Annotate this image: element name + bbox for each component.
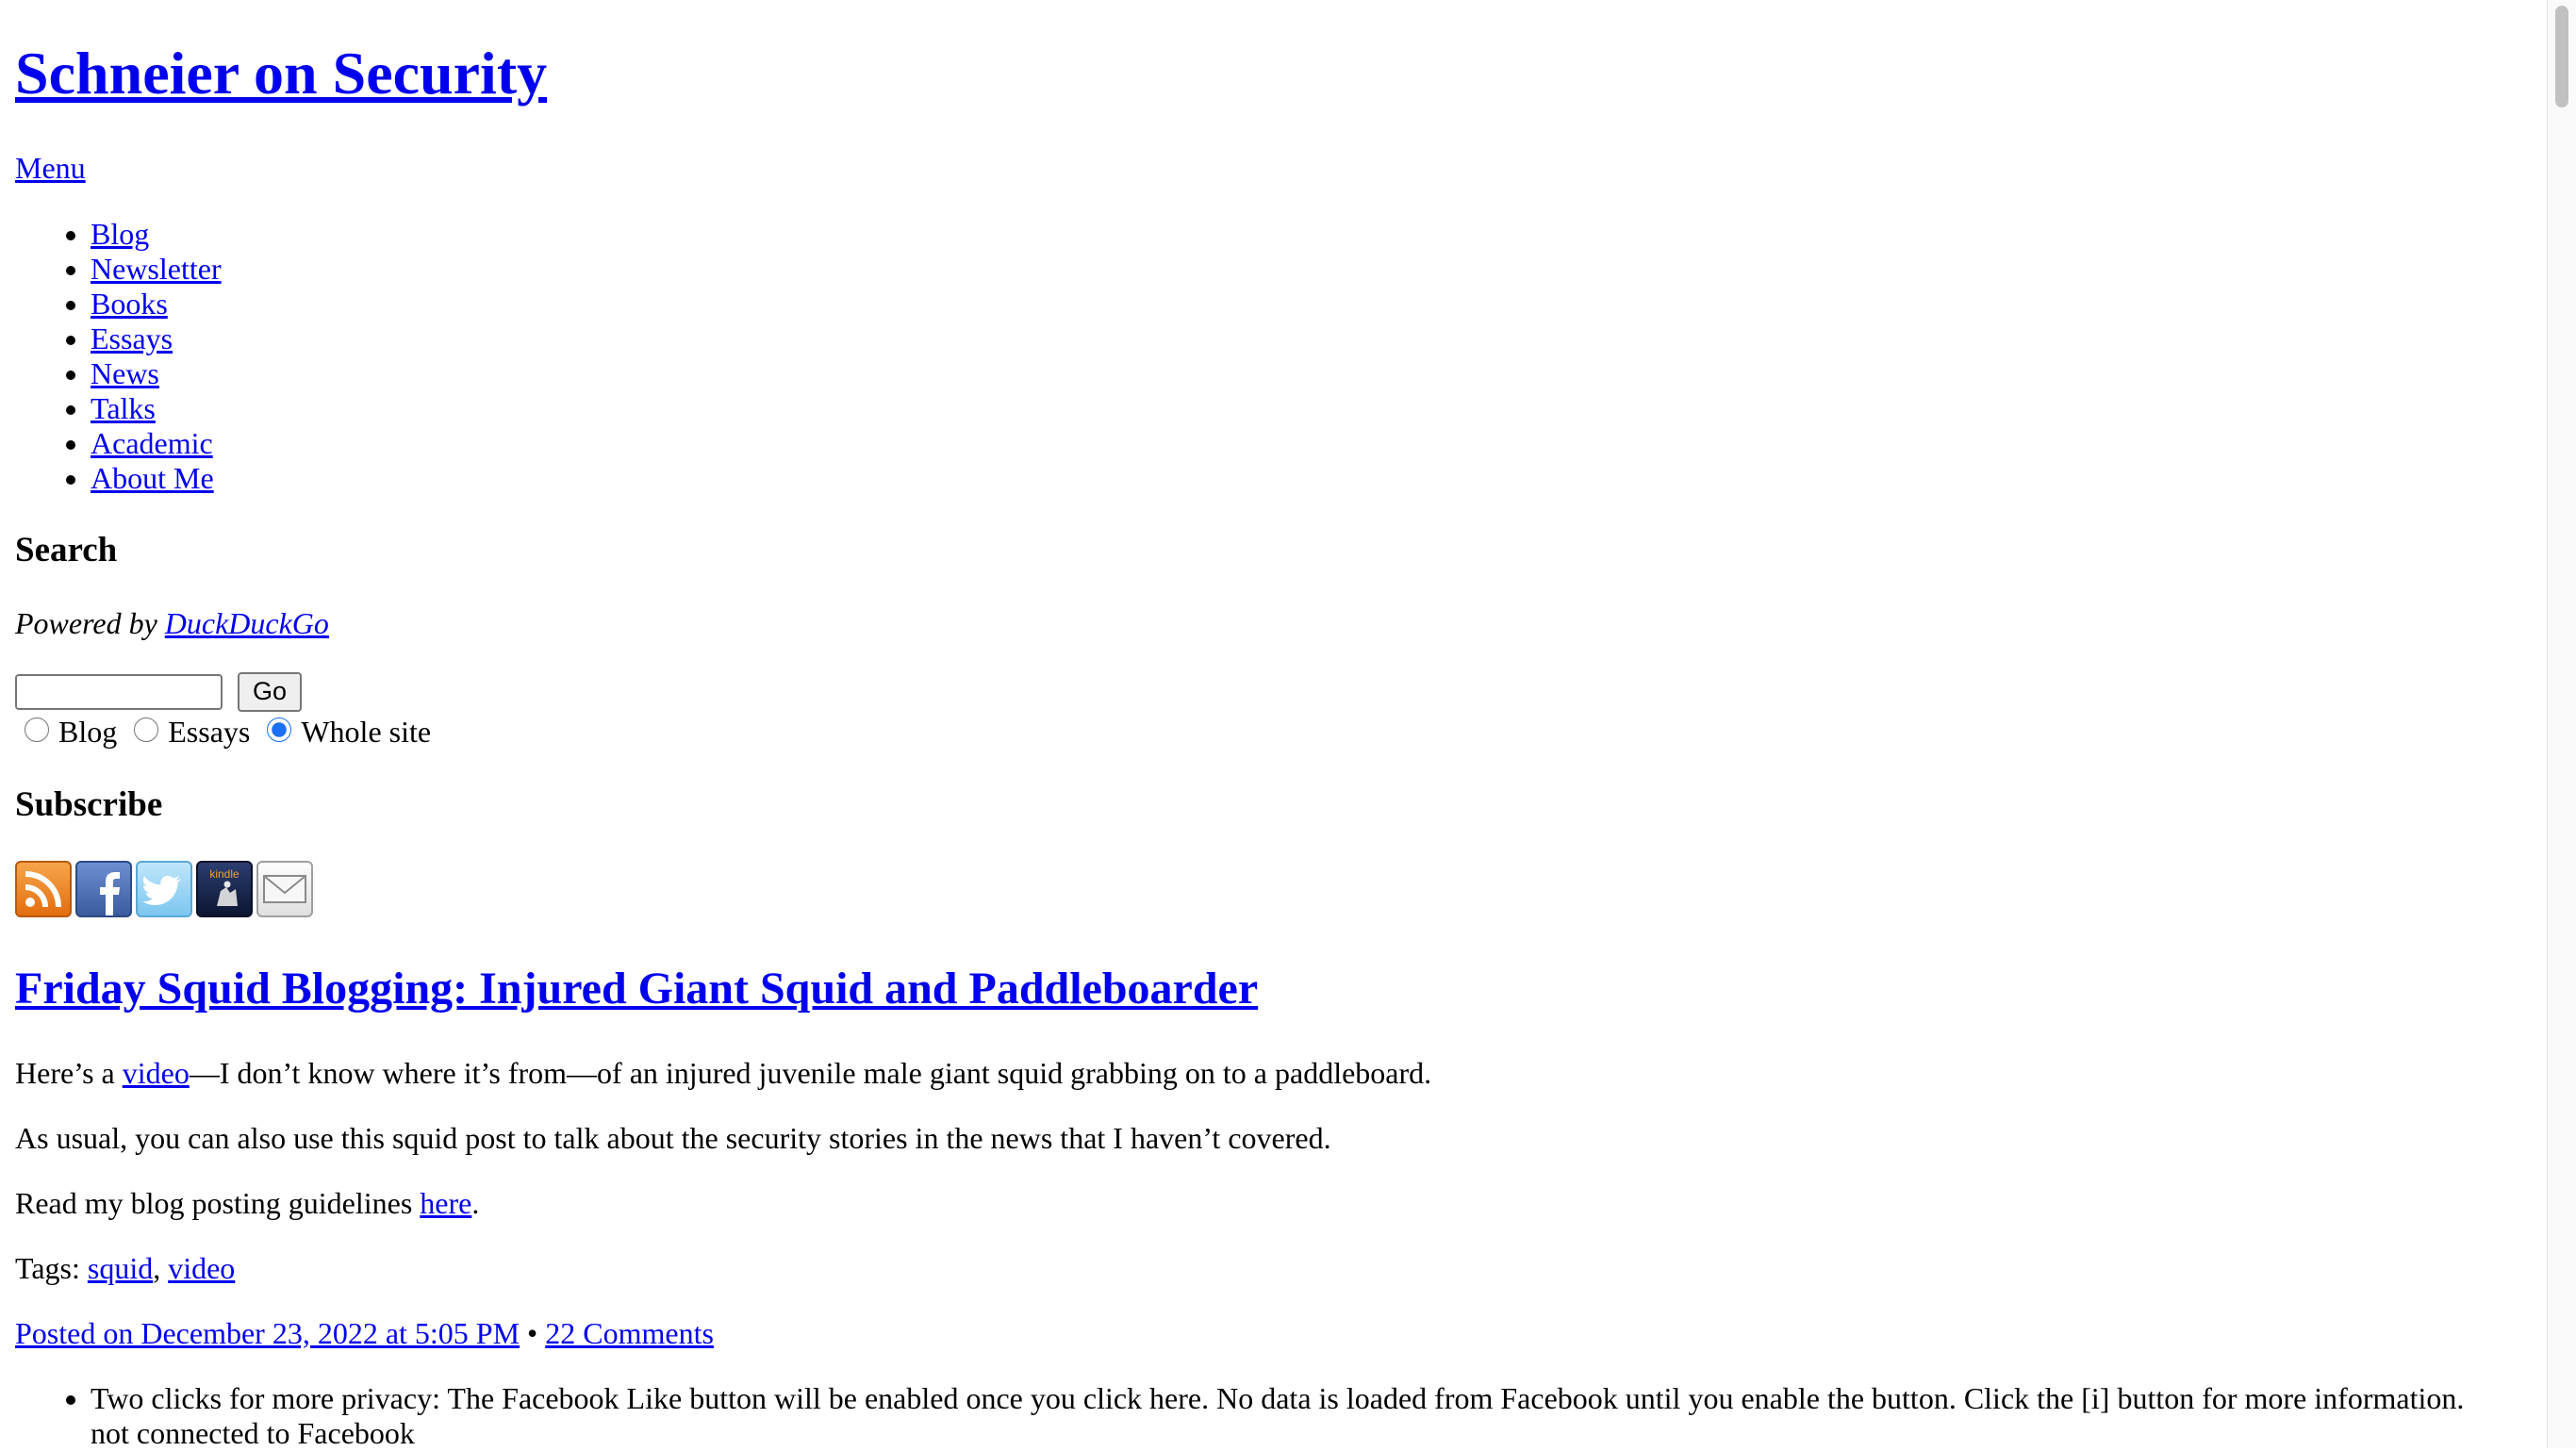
- post-p1-text-before: Here’s a: [15, 1056, 123, 1090]
- facebook-connection-status: not connected to Facebook: [91, 1416, 415, 1450]
- nav-item-academic: Academic: [91, 426, 222, 461]
- nav-item-newsletter: Newsletter: [91, 252, 222, 287]
- search-scope-options: Blog Essays Whole site: [15, 715, 431, 750]
- scrollbar-thumb[interactable]: [2555, 6, 2568, 107]
- nav-item-talks: Talks: [91, 391, 222, 426]
- menu-toggle-link[interactable]: Menu: [15, 151, 86, 186]
- kindle-icon-text: kindle: [209, 867, 239, 881]
- tag-separator: ,: [153, 1251, 169, 1285]
- main-nav: Blog Newsletter Books Essays News Talks …: [15, 217, 222, 496]
- scope-label-essays[interactable]: Essays: [168, 715, 250, 749]
- nav-item-about-me: About Me: [91, 461, 222, 496]
- search-input[interactable]: [15, 673, 223, 710]
- subscribe-icons: kindle: [15, 861, 313, 917]
- tags-label: Tags:: [15, 1251, 88, 1285]
- nav-item-essays: Essays: [91, 322, 222, 356]
- social-privacy-list: Two clicks for more privacy: The Faceboo…: [15, 1381, 2561, 1451]
- comments-link[interactable]: 22 Comments: [545, 1316, 714, 1350]
- guidelines-text: Read my blog posting guidelines: [15, 1186, 421, 1220]
- post-title: Friday Squid Blogging: Injured Giant Squ…: [15, 962, 1258, 1016]
- nav-item-news: News: [91, 356, 222, 391]
- scope-label-blog[interactable]: Blog: [58, 715, 117, 749]
- facebook-icon[interactable]: [75, 861, 132, 917]
- email-icon[interactable]: [256, 861, 313, 917]
- nav-link-essays[interactable]: Essays: [91, 322, 173, 355]
- guidelines-link[interactable]: here: [420, 1186, 471, 1220]
- search-form: Go: [15, 671, 302, 712]
- powered-by-prefix: Powered by: [15, 606, 165, 640]
- video-link[interactable]: video: [123, 1056, 190, 1090]
- nav-link-academic[interactable]: Academic: [91, 426, 213, 460]
- duckduckgo-link[interactable]: DuckDuckGo: [165, 606, 329, 640]
- post-p1-text-after: —I don’t know where it’s from—of an inju…: [189, 1056, 1432, 1090]
- vertical-scrollbar[interactable]: [2547, 0, 2576, 1448]
- scope-label-whole-site[interactable]: Whole site: [301, 715, 431, 749]
- search-heading: Search: [15, 531, 118, 569]
- nav-item-books: Books: [91, 287, 222, 322]
- nav-link-newsletter[interactable]: Newsletter: [91, 252, 222, 286]
- site-title-link[interactable]: Schneier on Security: [15, 40, 547, 107]
- site-title: Schneier on Security: [15, 38, 547, 109]
- nav-link-news[interactable]: News: [91, 356, 159, 390]
- post-paragraph-3: Read my blog posting guidelines here.: [15, 1186, 479, 1221]
- posted-date-link[interactable]: Posted on December 23, 2022 at 5:05 PM: [15, 1316, 520, 1350]
- post-paragraph-1: Here’s a video—I don’t know where it’s f…: [15, 1056, 1431, 1091]
- kindle-icon[interactable]: kindle: [196, 861, 253, 917]
- tag-link-video[interactable]: video: [168, 1251, 235, 1285]
- facebook-privacy-item: Two clicks for more privacy: The Faceboo…: [91, 1381, 2561, 1451]
- subscribe-heading: Subscribe: [15, 785, 163, 824]
- powered-by-text: Powered by DuckDuckGo: [15, 606, 329, 641]
- nav-link-talks[interactable]: Talks: [91, 391, 156, 425]
- nav-item-blog: Blog: [91, 217, 222, 252]
- post-paragraph-2: As usual, you can also use this squid po…: [15, 1121, 1331, 1155]
- twitter-icon[interactable]: [136, 861, 192, 917]
- post-title-link[interactable]: Friday Squid Blogging: Injured Giant Squ…: [15, 964, 1258, 1014]
- scope-radio-essays[interactable]: [134, 717, 159, 742]
- post-meta: Posted on December 23, 2022 at 5:05 PM •…: [15, 1316, 714, 1351]
- scope-radio-whole-site[interactable]: [267, 717, 292, 742]
- post-tags: Tags: squid, video: [15, 1251, 235, 1286]
- nav-link-books[interactable]: Books: [91, 287, 168, 321]
- rss-icon[interactable]: [15, 861, 72, 917]
- guidelines-period: .: [471, 1186, 480, 1220]
- scope-radio-blog[interactable]: [25, 717, 49, 742]
- tag-link-squid[interactable]: squid: [88, 1251, 153, 1285]
- nav-link-about-me[interactable]: About Me: [91, 461, 214, 495]
- meta-bullet: •: [520, 1316, 546, 1350]
- go-button[interactable]: Go: [238, 671, 302, 712]
- nav-link-blog[interactable]: Blog: [91, 217, 149, 251]
- facebook-privacy-text[interactable]: Two clicks for more privacy: The Faceboo…: [91, 1381, 2464, 1415]
